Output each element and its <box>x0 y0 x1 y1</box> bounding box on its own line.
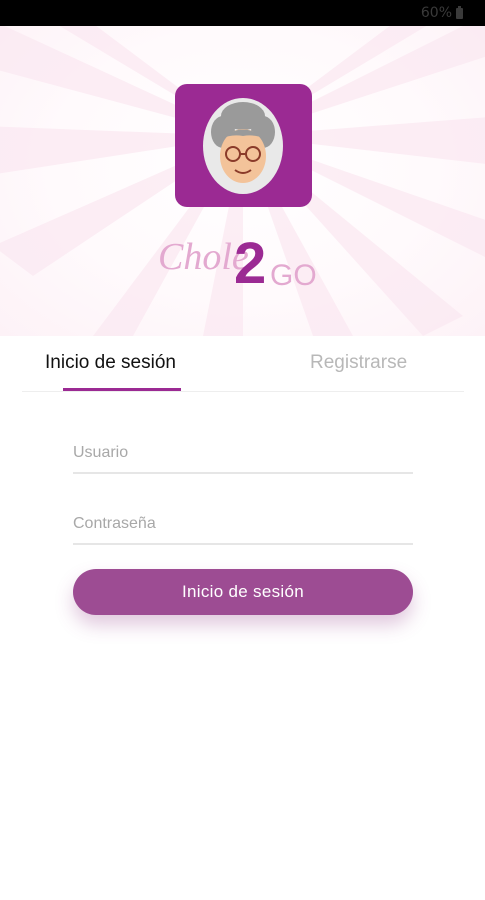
battery-icon <box>456 5 463 19</box>
wordmark-go: GO <box>270 259 317 292</box>
status-indicators: 60% <box>421 5 463 21</box>
username-input[interactable] <box>73 434 413 474</box>
battery-percent: 60% <box>420 5 452 21</box>
grandma-icon <box>203 98 283 194</box>
auth-tabs: Inicio de sesión Registrarse <box>22 336 464 392</box>
active-tab-indicator <box>63 388 181 391</box>
app-logo <box>175 84 312 207</box>
password-input[interactable] <box>73 505 413 545</box>
hero-banner: Chole 2 GO <box>0 26 485 336</box>
wordmark-two: 2 <box>234 231 266 296</box>
login-button[interactable]: Inicio de sesión <box>73 569 413 615</box>
tab-register[interactable]: Registrarse <box>310 336 407 391</box>
status-bar: 60% <box>0 0 485 26</box>
app-wordmark: Chole 2 GO <box>158 231 317 296</box>
tab-login[interactable]: Inicio de sesión <box>45 336 176 391</box>
